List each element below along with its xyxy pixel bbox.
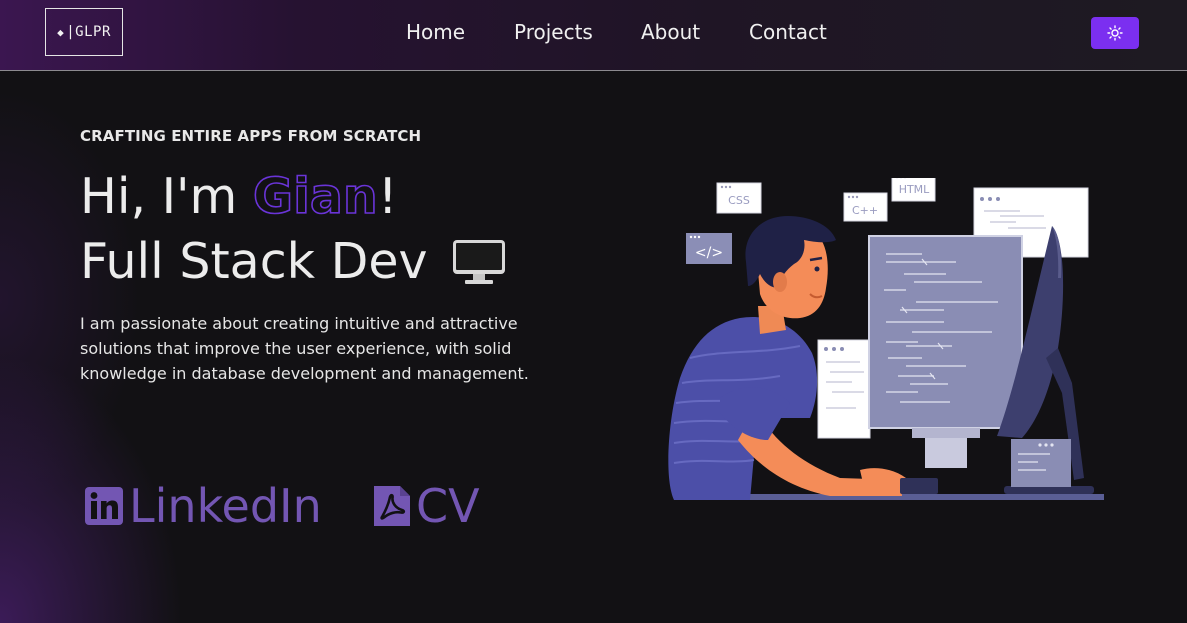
hero-greeting: Hi, I'm Gian! [80, 171, 397, 222]
linkedin-link[interactable]: LinkedIn [85, 483, 322, 529]
cpp-tag: C++ [843, 192, 888, 222]
developer-illustration: CSS C++ HTML </> [668, 178, 1104, 500]
css-tag: CSS [716, 182, 762, 214]
cv-label: CV [416, 479, 480, 533]
hero-role: Full Stack Dev [80, 237, 507, 286]
linkedin-label: LinkedIn [129, 479, 322, 533]
code-chip-label: </> [695, 245, 723, 261]
nav-about-link[interactable]: About [641, 20, 700, 44]
code-chip: </> [686, 233, 732, 264]
linkedin-icon [85, 487, 123, 525]
main-nav: Home Projects About Contact [0, 0, 1187, 70]
pdf-file-icon [374, 486, 410, 526]
desktop-computer-icon [453, 239, 506, 284]
cv-link[interactable]: CV [374, 483, 480, 529]
greeting-prefix: Hi, I'm [80, 168, 253, 225]
hero-description: I am passionate about creating intuitive… [80, 314, 529, 383]
nav-projects-link[interactable]: Projects [514, 20, 593, 44]
code-window-left [817, 339, 871, 439]
sun-icon [1107, 25, 1123, 41]
css-tag-label: CSS [728, 194, 750, 207]
nav-home-link[interactable]: Home [406, 20, 465, 44]
greeting-suffix: ! [377, 168, 398, 225]
theme-toggle-button[interactable] [1091, 17, 1139, 49]
hero-eyebrow: CRAFTING ENTIRE APPS FROM SCRATCH [80, 127, 422, 145]
html-tag: HTML [891, 178, 936, 202]
nav-contact-link[interactable]: Contact [749, 20, 827, 44]
cpp-tag-label: C++ [852, 204, 878, 217]
portfolio-page: ◆ |GLPR Home Projects About Contact CRAF… [0, 0, 1187, 623]
hero-name: Gian [252, 168, 379, 225]
desk [730, 494, 1104, 500]
role-text: Full Stack Dev [80, 233, 428, 290]
html-tag-label: HTML [899, 183, 930, 196]
site-header: ◆ |GLPR Home Projects About Contact [0, 0, 1187, 71]
cpu-box [1011, 439, 1071, 487]
